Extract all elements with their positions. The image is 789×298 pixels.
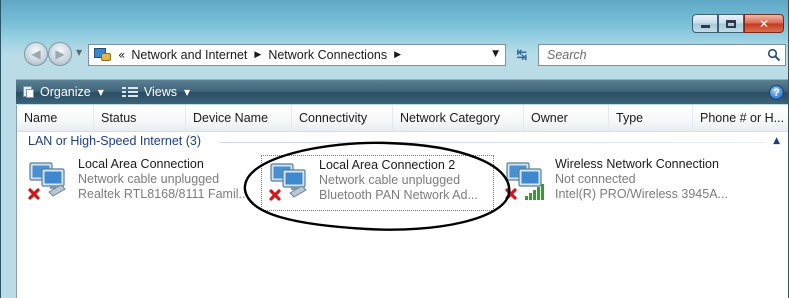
- breadcrumb-network-connections[interactable]: Network Connections: [268, 48, 387, 62]
- connection-text: Wireless Network Connection Not connecte…: [555, 157, 735, 202]
- network-folder-icon: [94, 47, 112, 63]
- minimize-icon: [700, 25, 710, 28]
- close-button[interactable]: ✕: [744, 14, 784, 33]
- connection-item[interactable]: Wireless Network Connection Not connecte…: [498, 155, 738, 211]
- command-toolbar: Organize ▼ Views ▼ ?: [16, 79, 788, 105]
- address-row: ◀ ▶ ▼ « Network and Internet ▶ Network C…: [1, 38, 788, 68]
- connection-name: Wireless Network Connection: [555, 157, 719, 171]
- file-list-pane[interactable]: Name Status Device Name Connectivity Net…: [16, 105, 788, 298]
- views-icon: [121, 86, 138, 98]
- chevron-down-icon: ▼: [184, 87, 191, 97]
- address-bar[interactable]: « Network and Internet ▶ Network Connect…: [88, 44, 506, 66]
- column-header-connectivity[interactable]: Connectivity: [292, 105, 393, 132]
- column-header-device-name[interactable]: Device Name: [186, 105, 292, 132]
- connection-name: Local Area Connection 2: [319, 158, 456, 172]
- network-connection-icon: [28, 162, 66, 200]
- forward-button[interactable]: ▶: [48, 42, 72, 66]
- refresh-icon: ↹: [516, 47, 528, 63]
- minimize-button[interactable]: [692, 14, 718, 33]
- organize-label: Organize: [40, 85, 91, 99]
- organize-button[interactable]: Organize ▼: [16, 80, 110, 105]
- close-icon: ✕: [758, 16, 770, 31]
- title-bar: ✕: [1, 0, 788, 36]
- column-header-name[interactable]: Name: [17, 105, 94, 132]
- search-placeholder: Search: [547, 48, 587, 62]
- explorer-window: ✕ ◀ ▶ ▼ « Network and Internet ▶ Network…: [0, 0, 789, 298]
- connection-item-selected[interactable]: Local Area Connection 2 Network cable un…: [261, 155, 494, 211]
- connection-status: Not connected: [555, 172, 636, 186]
- refresh-button[interactable]: ↹: [509, 44, 535, 66]
- search-icon[interactable]: [767, 48, 781, 62]
- chevron-down-icon: ▼: [97, 87, 104, 97]
- connection-device: Bluetooth PAN Network Ad...: [319, 188, 478, 202]
- breadcrumb-separator-icon[interactable]: ▶: [394, 50, 401, 60]
- breadcrumb-separator-icon[interactable]: ▶: [254, 50, 261, 60]
- group-header[interactable]: LAN or High-Speed Internet (3): [28, 134, 201, 148]
- forward-arrow-icon: ▶: [55, 47, 65, 61]
- column-header-network-category[interactable]: Network Category: [393, 105, 524, 132]
- column-header-type[interactable]: Type: [609, 105, 693, 132]
- maximize-button[interactable]: [718, 14, 744, 33]
- column-header-status[interactable]: Status: [94, 105, 186, 132]
- views-label: Views: [143, 85, 178, 99]
- address-dropdown-icon[interactable]: ▼: [492, 49, 499, 59]
- group-divider: [220, 142, 766, 143]
- connection-device: Realtek RTL8168/8111 Famil...: [78, 187, 248, 201]
- connection-status: Network cable unplugged: [319, 173, 461, 187]
- help-icon: ?: [773, 86, 780, 99]
- maximize-icon: [726, 19, 736, 28]
- back-button[interactable]: ◀: [24, 42, 48, 66]
- connection-status: Network cable unplugged: [78, 172, 220, 186]
- column-header-owner[interactable]: Owner: [524, 105, 609, 132]
- connection-name: Local Area Connection: [78, 157, 204, 171]
- collapse-group-icon[interactable]: ▲: [773, 136, 780, 146]
- caption-buttons: ✕: [692, 14, 784, 33]
- breadcrumb-network-and-internet[interactable]: Network and Internet: [131, 48, 247, 62]
- column-header-phone[interactable]: Phone # or H...: [693, 105, 788, 132]
- recent-pages-dropdown[interactable]: ▼: [76, 48, 82, 57]
- back-arrow-icon: ◀: [31, 47, 41, 61]
- connection-device: Intel(R) PRO/Wireless 3945A...: [555, 187, 728, 201]
- wireless-connection-icon: [505, 162, 544, 200]
- connection-item[interactable]: Local Area Connection Network cable unpl…: [21, 155, 251, 211]
- address-overflow-chevrons[interactable]: «: [118, 48, 125, 62]
- column-headers: Name Status Device Name Connectivity Net…: [17, 105, 788, 132]
- views-button[interactable]: Views ▼: [116, 80, 196, 105]
- search-input[interactable]: Search: [538, 44, 786, 66]
- organize-icon: [22, 86, 34, 98]
- connection-text: Local Area Connection 2 Network cable un…: [319, 158, 489, 203]
- help-button[interactable]: ?: [769, 85, 784, 100]
- network-connection-icon: [269, 163, 307, 201]
- connection-text: Local Area Connection Network cable unpl…: [78, 157, 248, 202]
